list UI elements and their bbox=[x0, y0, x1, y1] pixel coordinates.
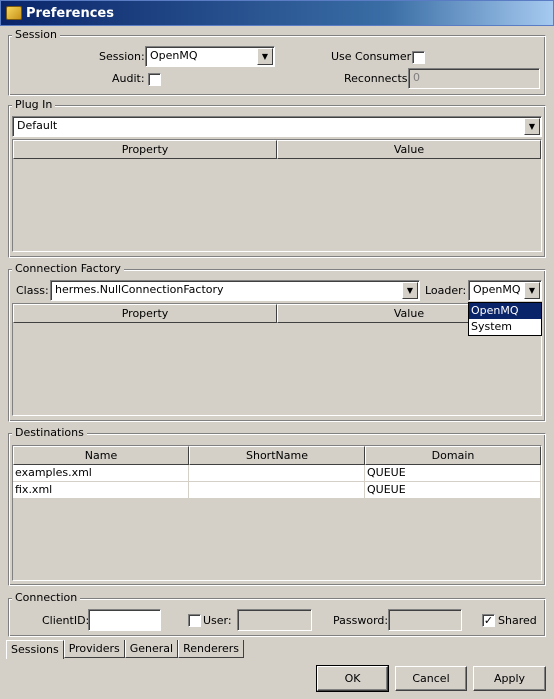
loader-combo[interactable]: OpenMQ ▼ bbox=[468, 280, 542, 301]
session-label: Session: bbox=[99, 50, 145, 63]
cell-name[interactable]: fix.xml bbox=[13, 482, 189, 499]
tab-bar: Sessions Providers General Renderers bbox=[6, 640, 245, 659]
plugin-combo[interactable]: Default ▼ bbox=[12, 116, 542, 137]
loader-dropdown-list[interactable]: OpenMQ System bbox=[468, 302, 542, 336]
audit-checkbox[interactable] bbox=[148, 73, 161, 86]
factory-properties-table[interactable]: Property Value bbox=[12, 303, 542, 416]
reconnects-label: Reconnects: bbox=[344, 72, 412, 85]
column-header-property[interactable]: Property bbox=[13, 304, 277, 323]
connection-factory-legend: Connection Factory bbox=[12, 262, 124, 275]
cell-domain[interactable]: QUEUE bbox=[365, 482, 541, 499]
tab-renderers[interactable]: Renderers bbox=[178, 640, 245, 658]
clientid-label: ClientID: bbox=[42, 614, 90, 627]
reconnects-field[interactable]: 0 bbox=[408, 68, 540, 89]
password-label: Password: bbox=[333, 614, 389, 627]
password-field[interactable] bbox=[388, 609, 462, 631]
chevron-down-icon[interactable]: ▼ bbox=[524, 118, 540, 135]
column-header-property[interactable]: Property bbox=[13, 140, 277, 159]
loader-label: Loader: bbox=[425, 284, 467, 297]
destinations-legend: Destinations bbox=[12, 426, 87, 439]
cell-shortname[interactable] bbox=[189, 482, 365, 499]
table-row[interactable]: examples.xml QUEUE bbox=[13, 465, 541, 482]
session-group: Session Session: OpenMQ ▼ Use Consumer: … bbox=[8, 28, 546, 96]
connection-group: Connection ClientID: User: Password: ✓ S… bbox=[8, 591, 546, 637]
destinations-group: Destinations Name ShortName Domain examp… bbox=[8, 426, 546, 586]
class-combo[interactable]: hermes.NullConnectionFactory ▼ bbox=[50, 280, 420, 301]
chevron-down-icon[interactable]: ▼ bbox=[402, 282, 418, 299]
tab-general[interactable]: General bbox=[124, 640, 179, 658]
loader-option-openmq[interactable]: OpenMQ bbox=[469, 303, 541, 319]
use-consumer-label: Use Consumer: bbox=[331, 50, 415, 63]
check-icon: ✓ bbox=[483, 614, 494, 627]
column-header-domain[interactable]: Domain bbox=[365, 446, 541, 465]
chevron-down-icon[interactable]: ▼ bbox=[257, 48, 273, 65]
apply-button[interactable]: Apply bbox=[473, 666, 546, 691]
chevron-down-icon[interactable]: ▼ bbox=[524, 282, 540, 299]
column-header-name[interactable]: Name bbox=[13, 446, 189, 465]
cell-shortname[interactable] bbox=[189, 465, 365, 482]
user-field[interactable] bbox=[237, 609, 312, 631]
loader-option-system[interactable]: System bbox=[469, 319, 541, 335]
destinations-table[interactable]: Name ShortName Domain examples.xml QUEUE… bbox=[12, 445, 542, 581]
tab-providers[interactable]: Providers bbox=[63, 640, 125, 658]
title-bar[interactable]: Preferences bbox=[0, 0, 554, 26]
table-row[interactable]: fix.xml QUEUE bbox=[13, 482, 541, 499]
cancel-button[interactable]: Cancel bbox=[395, 666, 467, 691]
session-legend: Session bbox=[12, 28, 60, 41]
ok-button[interactable]: OK bbox=[316, 665, 389, 692]
plugin-legend: Plug In bbox=[12, 98, 56, 111]
clientid-field[interactable] bbox=[88, 609, 161, 631]
user-checkbox[interactable] bbox=[188, 614, 201, 627]
shared-label: Shared bbox=[498, 614, 537, 627]
plugin-properties-table[interactable]: Property Value bbox=[12, 139, 542, 252]
use-consumer-checkbox[interactable] bbox=[412, 51, 425, 64]
user-label: User: bbox=[203, 614, 232, 627]
class-label: Class: bbox=[16, 284, 49, 297]
column-header-shortname[interactable]: ShortName bbox=[189, 446, 365, 465]
tab-sessions[interactable]: Sessions bbox=[6, 640, 64, 659]
session-combo[interactable]: OpenMQ ▼ bbox=[145, 46, 275, 67]
plugin-group: Plug In Default ▼ Property Value bbox=[8, 98, 546, 258]
cell-domain[interactable]: QUEUE bbox=[365, 465, 541, 482]
audit-label: Audit: bbox=[112, 72, 145, 85]
shared-checkbox[interactable]: ✓ bbox=[482, 614, 495, 627]
column-header-value[interactable]: Value bbox=[277, 140, 541, 159]
connection-legend: Connection bbox=[12, 591, 81, 604]
connection-factory-group: Connection Factory Class: hermes.NullCon… bbox=[8, 262, 546, 422]
window-title: Preferences bbox=[26, 5, 114, 21]
app-icon bbox=[6, 6, 22, 20]
cell-name[interactable]: examples.xml bbox=[13, 465, 189, 482]
